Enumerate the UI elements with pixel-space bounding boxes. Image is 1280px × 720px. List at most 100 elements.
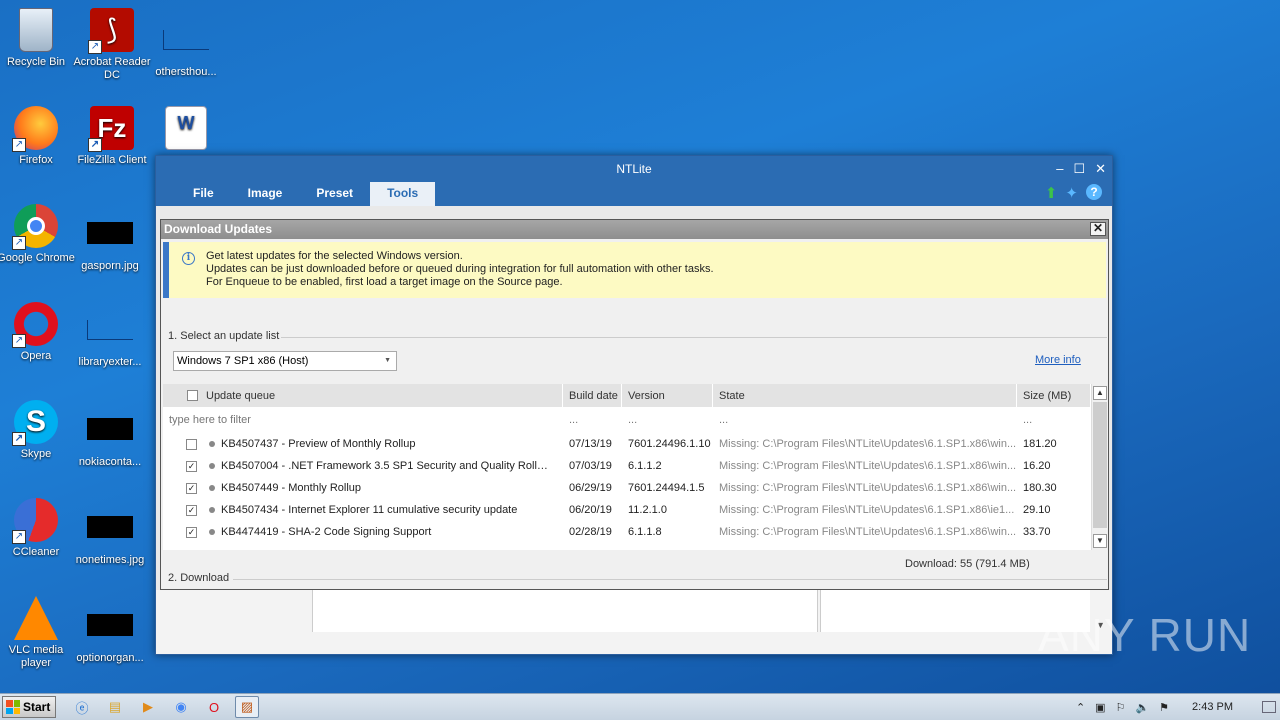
update-checkbox[interactable]: ✓ — [186, 526, 197, 538]
vlc-media-player-icon[interactable]: VLC media player — [0, 596, 78, 670]
update-checkbox[interactable]: ✓ — [186, 482, 197, 494]
scroll-up-icon[interactable]: ▲ — [1093, 386, 1107, 400]
network-icon[interactable]: ▣ — [1095, 701, 1105, 714]
nonetimes-file-icon[interactable]: nonetimes.jpg — [68, 504, 152, 567]
ntlite-taskbar-icon[interactable]: ▨ — [235, 696, 259, 718]
info-banner: i Get latest updates for the selected Wi… — [163, 242, 1106, 298]
desktop-icon-label: nokiaconta... — [78, 456, 142, 468]
minimize-icon[interactable]: – — [1056, 156, 1063, 182]
filter-size[interactable]: ... — [1017, 408, 1091, 433]
column-update-queue[interactable]: Update queue — [163, 384, 563, 407]
scroll-down-icon[interactable]: ▼ — [1093, 534, 1107, 548]
close-icon[interactable]: ✕ — [1095, 156, 1106, 182]
update-checkbox[interactable] — [186, 438, 197, 450]
gasporn-file-icon[interactable]: gasporn.jpg — [68, 210, 152, 273]
update-row[interactable]: ✓ KB4507449 - Monthly Rollup 06/29/19 7601.… — [163, 477, 1107, 499]
update-checkbox[interactable]: ✓ — [186, 460, 197, 472]
updates-grid: Update queue Build date Version State Si… — [163, 384, 1107, 550]
update-name: KB4507434 - Internet Explorer 11 cumulat… — [221, 504, 518, 516]
desktop-icon-label: CCleaner — [12, 546, 60, 558]
media-player-icon[interactable]: ▶ — [136, 696, 160, 718]
ccleaner-glyph: ↗ — [12, 498, 58, 544]
download-updates-dialog: Download Updates ✕ i Get latest updates … — [160, 219, 1109, 590]
acrobat-glyph: ⟆ ↗ — [88, 8, 134, 54]
update-arrow-icon[interactable]: ⬆ — [1045, 184, 1058, 202]
optionorgan-file-icon[interactable]: optionorgan... — [68, 602, 152, 665]
update-list-select[interactable]: Windows 7 SP1 x86 (Host) ▼ — [173, 351, 397, 371]
download-summary: Download: 55 (791.4 MB) — [905, 558, 1030, 570]
update-state: Missing: C:\Program Files\NTLite\Updates… — [719, 460, 1017, 472]
update-build-date: 07/13/19 — [569, 438, 612, 450]
opera-taskbar-icon[interactable]: O — [202, 696, 226, 718]
column-build-date[interactable]: Build date — [563, 384, 622, 407]
info-line: Updates can be just downloaded before or… — [206, 263, 714, 275]
tab-tools[interactable]: Tools — [370, 182, 436, 206]
column-version[interactable]: Version — [622, 384, 713, 407]
windows-logo-icon — [6, 700, 20, 714]
more-info-link[interactable]: More info — [1035, 354, 1081, 366]
opera-icon[interactable]: ↗ Opera — [0, 302, 78, 363]
window-controls: – ☐ ✕ — [1056, 156, 1106, 182]
show-desktop-button[interactable] — [1262, 701, 1276, 713]
word-document-icon[interactable]: W — [144, 106, 228, 154]
tab-preset[interactable]: Preset — [299, 182, 370, 206]
chrome-taskbar-icon[interactable]: ◉ — [169, 696, 193, 718]
twitter-icon[interactable]: ✦ — [1065, 184, 1078, 202]
select-all-checkbox[interactable] — [187, 390, 198, 401]
grid-scrollbar[interactable]: ▲ ▼ — [1091, 384, 1107, 550]
ccleaner-icon[interactable]: ↗ CCleaner — [0, 498, 78, 559]
firefox-icon[interactable]: ↗ Firefox — [0, 106, 78, 167]
dialog-titlebar[interactable]: Download Updates ✕ — [161, 220, 1108, 239]
show-hidden-icons-icon[interactable]: ⌃ — [1076, 701, 1085, 714]
tab-image[interactable]: Image — [231, 182, 300, 206]
maximize-icon[interactable]: ☐ — [1073, 156, 1085, 182]
desktop-icon-label: libraryexter... — [78, 356, 142, 368]
filter-state[interactable]: ... — [713, 408, 1017, 433]
info-icon: i — [182, 252, 195, 265]
filter-build-date[interactable]: ... — [563, 408, 622, 433]
update-checkbox[interactable]: ✓ — [186, 504, 197, 516]
update-build-date: 06/20/19 — [569, 504, 612, 516]
volume-icon[interactable]: 🔈 — [1135, 701, 1149, 714]
update-row[interactable]: ✓ KB4507434 - Internet Explorer 11 cumula… — [163, 499, 1107, 521]
file-glyph — [87, 320, 133, 340]
update-state: Missing: C:\Program Files\NTLite\Updates… — [719, 438, 1017, 450]
dialog-close-button[interactable]: ✕ — [1090, 222, 1106, 236]
status-dot-icon — [209, 529, 215, 535]
word-doc-glyph: W — [165, 106, 207, 150]
libraryexter-file-icon[interactable]: libraryexter... — [68, 306, 152, 369]
file-thumbnail — [87, 222, 133, 244]
column-size[interactable]: Size (MB) — [1017, 384, 1091, 407]
ntlite-titlebar[interactable]: NTLite – ☐ ✕ — [156, 156, 1112, 182]
clock[interactable]: 2:43 PM — [1192, 701, 1233, 713]
desktop-icon-label: Firefox — [19, 154, 53, 166]
tab-file[interactable]: File — [176, 182, 231, 206]
action-center-icon[interactable]: ⚐ — [1116, 701, 1126, 714]
update-cell: ✓ KB4507004 - .NET Framework 3.5 SP1 Secu… — [163, 460, 563, 472]
help-icon[interactable]: ? — [1086, 184, 1102, 200]
file-explorer-icon[interactable]: ▤ — [103, 696, 127, 718]
nokiaconta-file-icon[interactable]: nokiaconta... — [68, 406, 152, 469]
update-name: KB4507437 - Preview of Monthly Rollup — [221, 438, 416, 450]
update-cell: ✓ KB4507449 - Monthly Rollup — [163, 482, 563, 494]
filter-input[interactable]: type here to filter — [163, 408, 563, 433]
google-chrome-icon[interactable]: ↗ Google Chrome — [0, 204, 78, 265]
start-button[interactable]: Start — [2, 696, 56, 718]
update-row[interactable]: KB4507437 - Preview of Monthly Rollup 07/… — [163, 433, 1107, 455]
flag-icon[interactable]: ⚑ — [1159, 701, 1169, 714]
othersthou-file-icon[interactable]: othersthou... — [144, 8, 228, 79]
update-size: 29.10 — [1023, 504, 1051, 516]
update-size: 181.20 — [1023, 438, 1057, 450]
update-row[interactable]: ✓ KB4507004 - .NET Framework 3.5 SP1 Secu… — [163, 455, 1107, 477]
filter-version[interactable]: ... — [622, 408, 713, 433]
filezilla-icon[interactable]: Fz ↗ FileZilla Client — [70, 106, 154, 167]
update-list-selected-value: Windows 7 SP1 x86 (Host) — [177, 355, 309, 367]
acrobat-reader-icon[interactable]: ⟆ ↗ Acrobat Reader DC — [70, 8, 154, 82]
status-dot-icon — [209, 441, 215, 447]
internet-explorer-icon[interactable]: ⓔ — [70, 696, 94, 718]
skype-icon[interactable]: S ↗ Skype — [0, 400, 78, 461]
scroll-thumb[interactable] — [1093, 402, 1107, 528]
column-state[interactable]: State — [713, 384, 1017, 407]
recycle-bin-icon[interactable]: Recycle Bin — [0, 8, 78, 69]
update-row[interactable]: ✓ KB4474419 - SHA-2 Code Signing Support 0… — [163, 521, 1107, 543]
